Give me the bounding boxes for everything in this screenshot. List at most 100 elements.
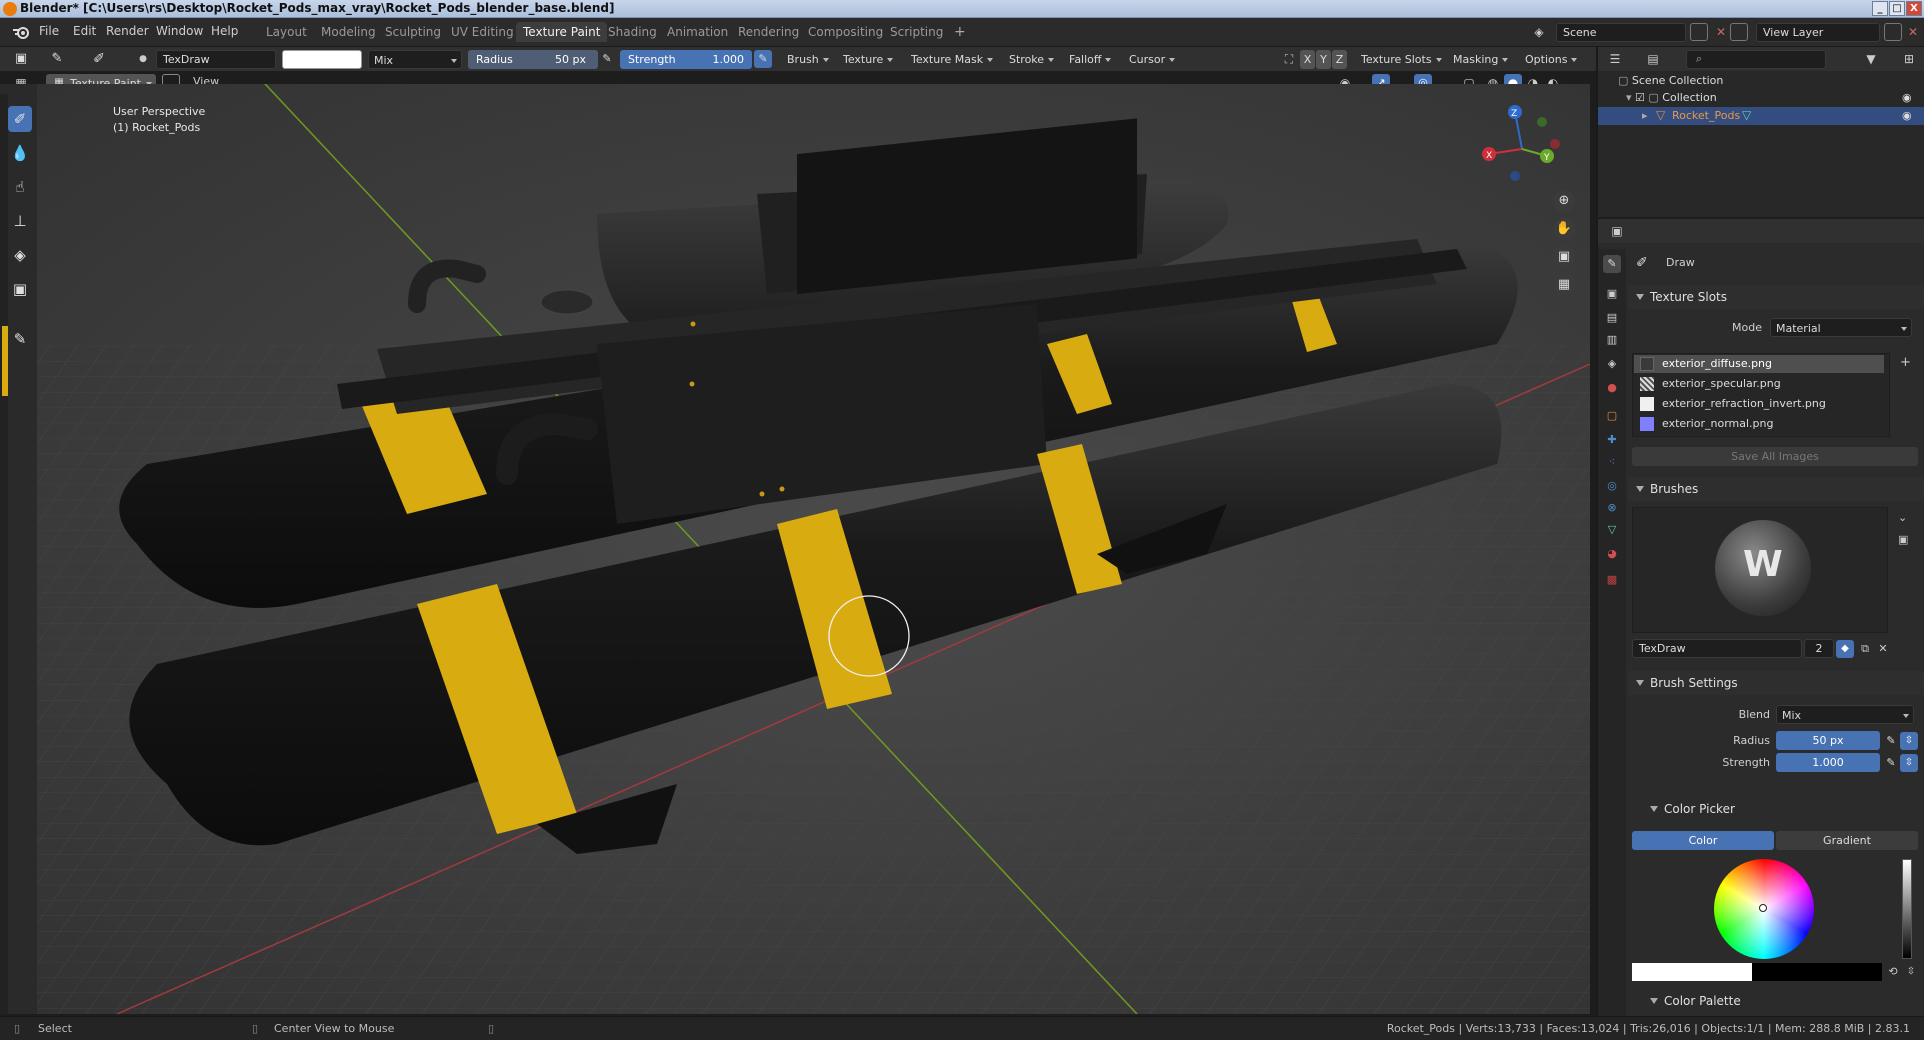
masking-menu[interactable]: Masking [1448,50,1512,69]
view-layer-tab-icon[interactable]: ▥ [1603,331,1621,349]
duplicate-brush-icon[interactable]: ⧉ [1856,640,1874,658]
modifier-tab-icon[interactable]: ✚ [1603,431,1621,449]
brush-color-swatch[interactable] [282,50,362,69]
close-button[interactable]: X [1906,1,1922,16]
tab-rendering[interactable]: Rendering [731,22,806,42]
tab-modeling[interactable]: Modeling [314,22,383,42]
brush-browser-icon[interactable]: ● [134,50,152,68]
zoom-icon[interactable]: ⊕ [1553,190,1575,212]
world-tab-icon[interactable]: ● [1603,379,1621,397]
tab-sculpting[interactable]: Sculpting [378,22,448,42]
perspective-toggle-icon[interactable]: ▦ [1553,274,1575,296]
draw-tool[interactable]: ✐ [8,106,32,132]
mirror-z-toggle[interactable]: Z [1332,50,1347,69]
expand-arrow-icon[interactable]: ▾ [1626,91,1635,104]
gradient-tab[interactable]: Gradient [1776,831,1918,850]
add-slot-icon[interactable]: + [1900,355,1911,370]
delete-view-layer-icon[interactable]: ✕ [1904,23,1922,41]
constraints-tab-icon[interactable]: ⊗ [1603,499,1621,517]
color-picker-section[interactable]: Color Picker [1642,797,1922,821]
particles-tab-icon[interactable]: ⁖ [1603,453,1621,471]
tab-compositing[interactable]: Compositing [801,22,890,42]
blender-menu-icon[interactable] [12,24,30,40]
rocket-pods-row[interactable]: ▸ ▽ Rocket_Pods ▽ ◉ [1598,107,1924,125]
menu-edit[interactable]: Edit [73,24,96,38]
blend-mode-dropdown[interactable]: Mix [368,50,462,69]
texture-slot-normal[interactable]: exterior_normal.png [1634,415,1884,433]
falloff-menu[interactable]: Falloff [1064,50,1115,69]
tab-uv-editing[interactable]: UV Editing [444,22,521,42]
properties-editor-icon[interactable]: ▣ [1608,222,1626,240]
color-pressure-icon[interactable]: ⇳ [1902,963,1920,981]
cursor-menu[interactable]: Cursor [1124,50,1179,69]
fill-tool[interactable]: ◈ [8,242,32,268]
texture-menu[interactable]: Texture [838,50,897,69]
mode-icon[interactable]: ✎ [48,50,66,68]
strength-pressure-icon[interactable]: ✎ [1882,754,1900,772]
color-tab[interactable]: Color [1632,831,1774,850]
unlink-brush-icon[interactable]: ✕ [1874,640,1892,658]
new-scene-icon[interactable] [1690,23,1708,41]
brush-image-icon[interactable]: ▣ [1898,533,1908,546]
minimize-button[interactable]: _ [1872,1,1888,16]
primary-color-swatch[interactable] [1632,963,1752,981]
texture-slots-menu[interactable]: Texture Slots [1356,50,1446,69]
value-slider[interactable] [1902,859,1912,959]
mirror-y-toggle[interactable]: Y [1316,50,1331,69]
texture-slot-diffuse[interactable]: exterior_diffuse.png [1634,355,1884,373]
mask-tool[interactable]: ▣ [8,276,32,302]
render-tab-icon[interactable]: ▣ [1603,285,1621,303]
view-layer-field[interactable]: View Layer [1756,23,1880,42]
camera-view-icon[interactable]: ▣ [1553,246,1575,268]
output-tab-icon[interactable]: ▤ [1603,309,1621,327]
radius-unit-icon[interactable]: ⇳ [1900,732,1918,750]
maximize-button[interactable]: □ [1889,1,1905,16]
tab-layout[interactable]: Layout [259,22,314,42]
radius-pressure-icon[interactable]: ✎ [598,50,616,68]
blend-dropdown[interactable]: Mix [1776,705,1914,724]
display-mode-icon[interactable]: ▤ [1644,50,1662,68]
view-layer-icon[interactable] [1730,23,1748,41]
editor-type-icon[interactable]: ▣ [12,50,30,68]
color-palette-section[interactable]: Color Palette [1642,989,1922,1013]
menu-file[interactable]: File [39,24,59,38]
strength-value-slider[interactable]: 1.000 [1776,753,1880,772]
annotate-tool[interactable]: ✎ [8,326,32,352]
brush-users-count[interactable]: 2 [1804,639,1834,658]
menu-window[interactable]: Window [156,24,203,38]
object-tab-icon[interactable]: ▢ [1603,407,1621,425]
strength-unit-icon[interactable]: ⇳ [1900,754,1918,772]
navigation-gizmo[interactable]: Z X Y [1477,104,1567,194]
texture-mask-menu[interactable]: Texture Mask [906,50,997,69]
add-workspace-button[interactable]: + [947,22,973,42]
collection-visibility-icon[interactable]: ◉ [1902,91,1912,104]
tool-tab-icon[interactable]: ✎ [1603,255,1621,273]
data-tab-icon[interactable]: ▽ [1603,521,1621,539]
soften-tool[interactable]: 💧 [8,140,32,166]
brush-menu[interactable]: Brush [782,50,833,69]
brush-list-toggle-icon[interactable]: ⌄ [1898,511,1907,524]
options-menu[interactable]: Options [1520,50,1581,69]
brush-name-field[interactable]: TexDraw [156,50,276,69]
stroke-menu[interactable]: Stroke [1004,50,1058,69]
menu-render[interactable]: Render [106,24,149,38]
brush-name-input[interactable]: TexDraw [1632,639,1802,658]
texture-tab-icon[interactable]: ▩ [1603,571,1621,589]
material-tab-icon[interactable]: ◕ [1603,545,1621,563]
texture-slots-section[interactable]: Texture Slots [1628,285,1924,309]
texture-slot-refraction[interactable]: exterior_refraction_invert.png [1634,395,1884,413]
brush-settings-section[interactable]: Brush Settings [1628,671,1924,695]
tab-animation[interactable]: Animation [660,22,735,42]
fake-user-shield-icon[interactable]: ◆ [1836,640,1854,658]
clone-tool[interactable]: ⊥ [8,208,32,234]
new-view-layer-icon[interactable] [1884,23,1902,41]
strength-pressure-icon[interactable]: ✎ [754,50,772,68]
smear-tool[interactable]: ☝ [8,174,32,200]
symmetry-icon[interactable]: ⛶ [1280,50,1298,68]
slot-mode-dropdown[interactable]: Material [1770,318,1912,337]
delete-scene-icon[interactable]: ✕ [1712,23,1730,41]
tab-scripting[interactable]: Scripting [883,22,950,42]
expand-arrow-icon[interactable]: ▸ [1642,109,1648,122]
swap-colors-icon[interactable]: ⟲ [1884,963,1902,981]
scene-icon[interactable]: ◈ [1530,23,1548,41]
